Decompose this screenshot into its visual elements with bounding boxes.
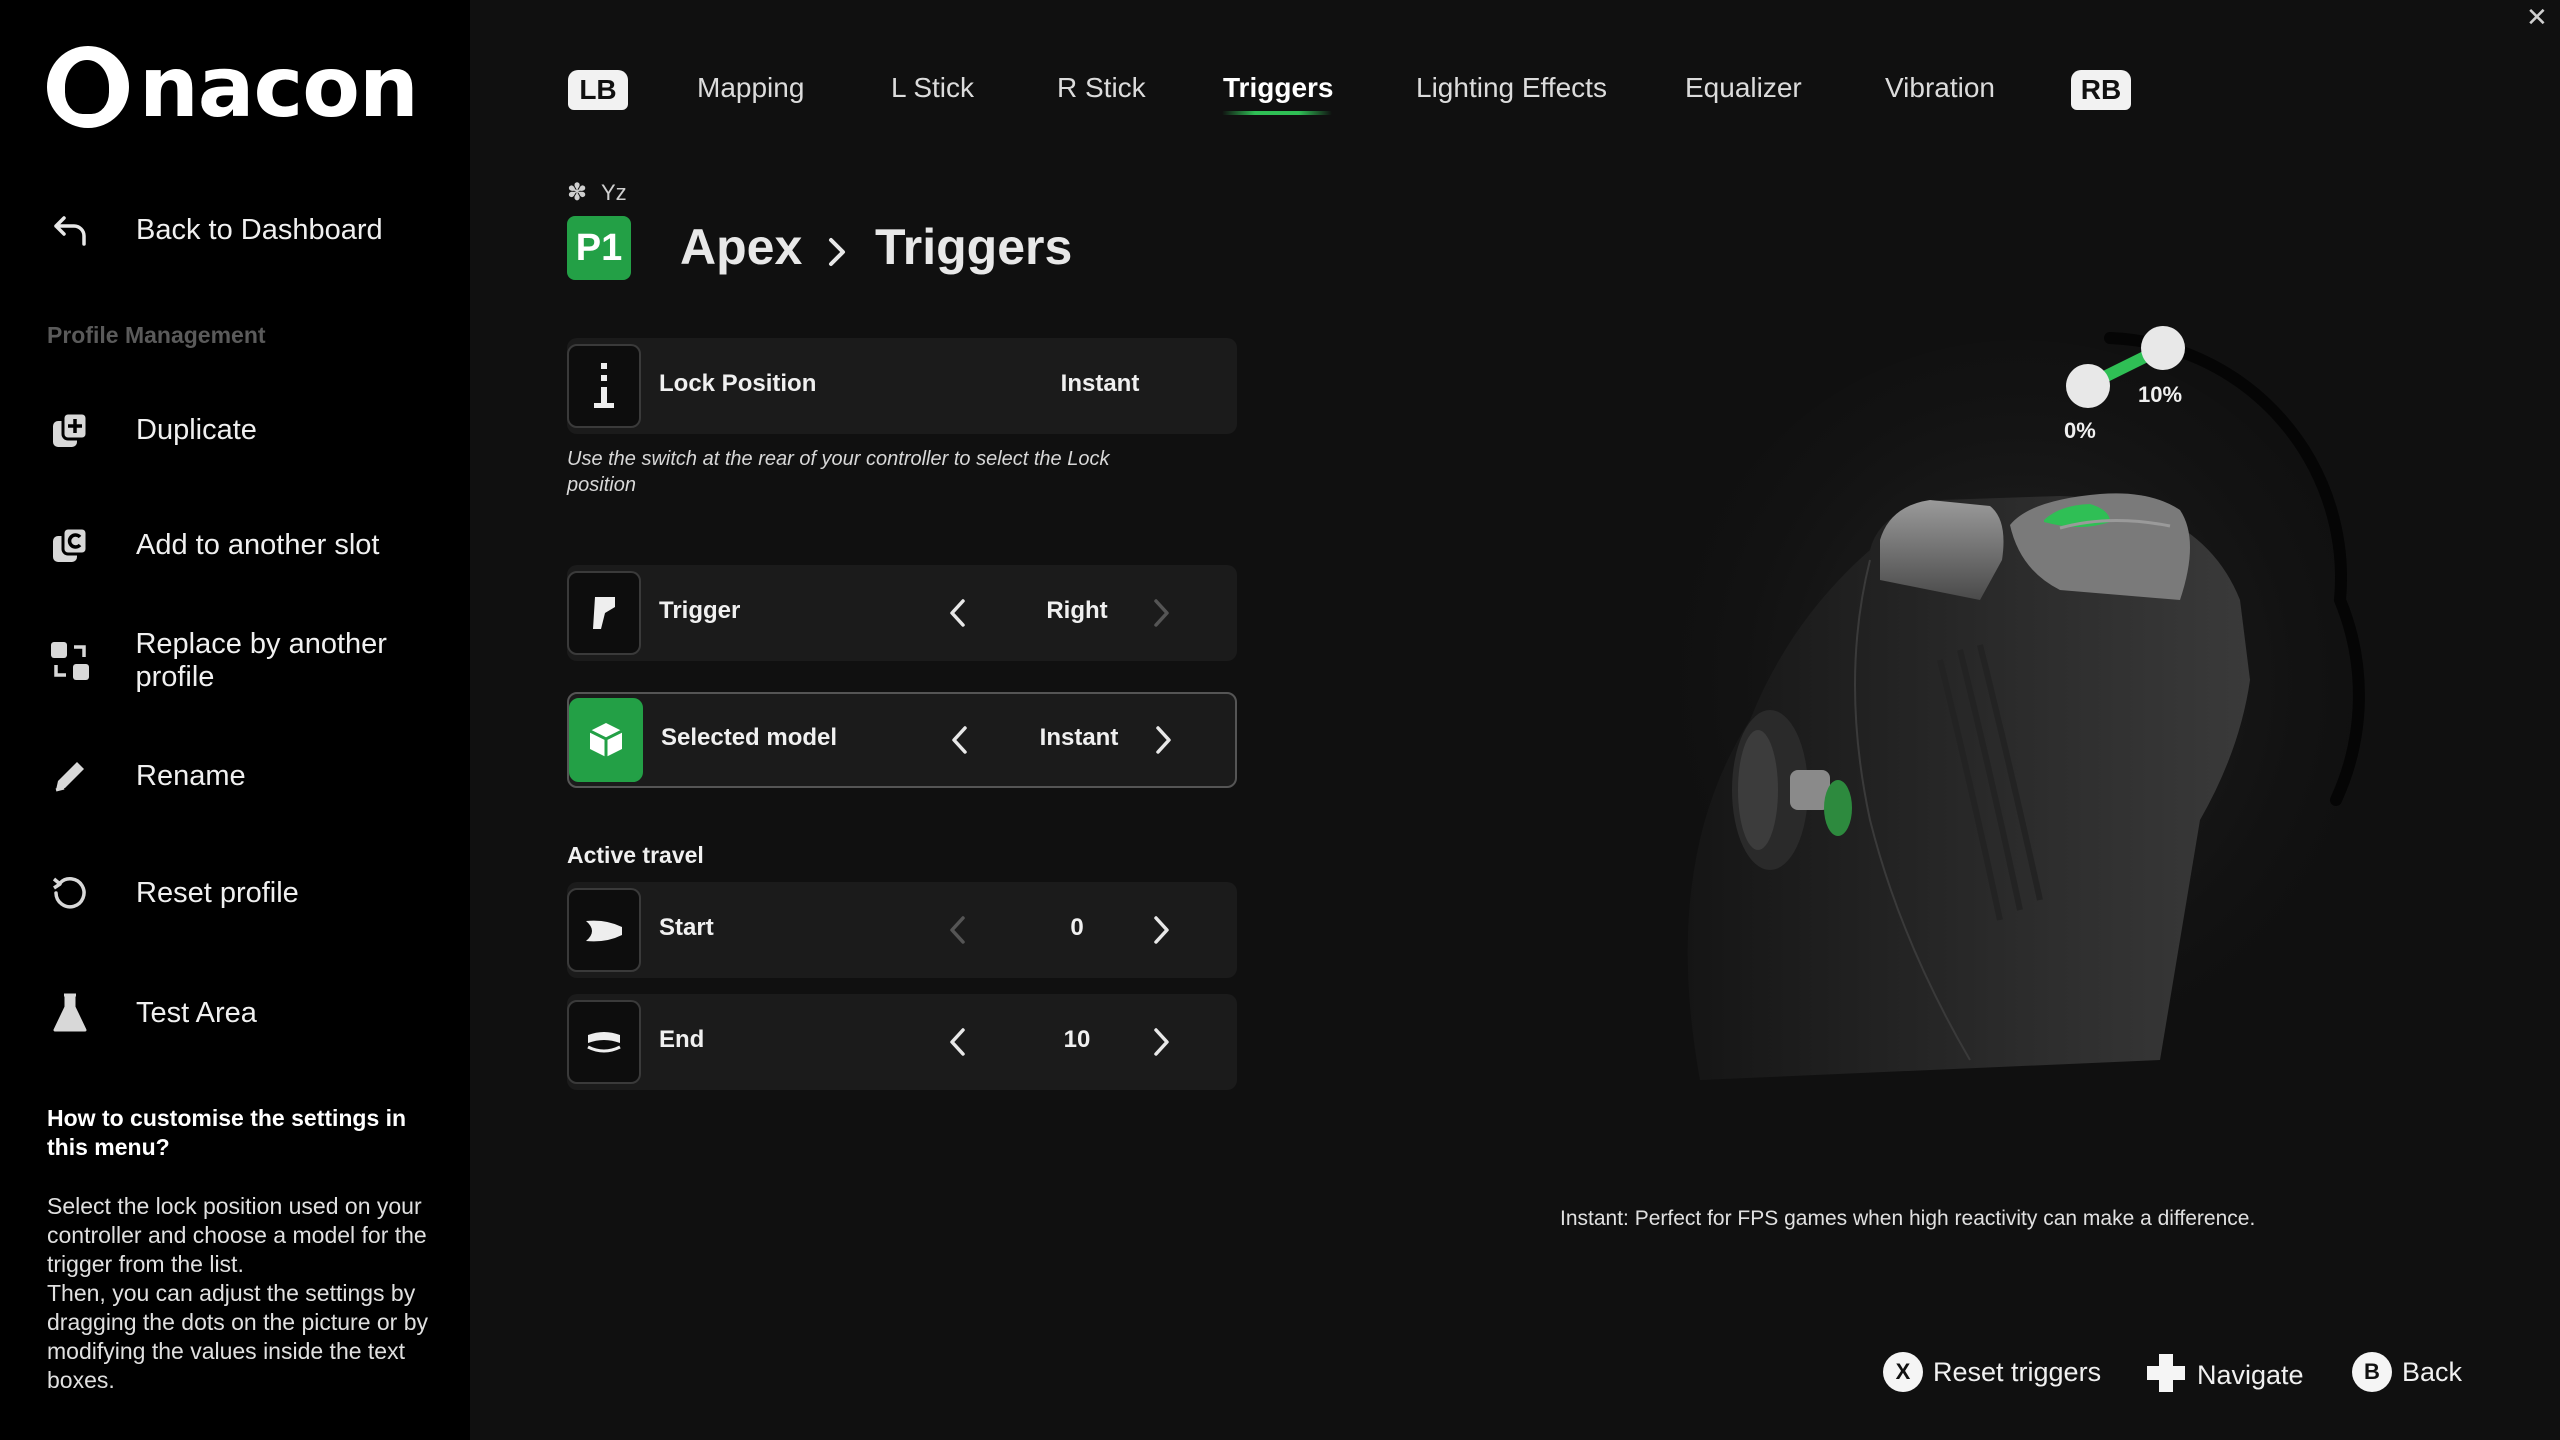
tab-triggers[interactable]: Triggers (1223, 72, 1333, 104)
b-button-icon: B (2352, 1352, 2392, 1392)
profile-slot-badge: P1 (567, 216, 631, 280)
rename-button[interactable]: Rename (47, 746, 246, 806)
sidebar-item-label: Rename (136, 759, 246, 792)
tab-l-stick[interactable]: L Stick (891, 72, 974, 104)
duplicate-icon (47, 407, 93, 453)
tab-vibration[interactable]: Vibration (1885, 72, 1995, 104)
trigger-label: Trigger (659, 597, 741, 624)
nacon-logo-icon (47, 46, 129, 128)
navigate-hint: Navigate (2145, 1352, 2304, 1399)
test-area-button[interactable]: Test Area (47, 983, 257, 1043)
model-description: Instant: Perfect for FPS games when high… (1560, 1207, 2256, 1230)
model-next-icon[interactable] (1145, 720, 1181, 760)
trigger-end-icon (567, 1000, 641, 1084)
cube-icon (569, 698, 643, 782)
start-handle[interactable] (2066, 364, 2110, 408)
lock-position-row: Lock Position Instant (567, 338, 1237, 434)
start-row[interactable]: Start 0 (567, 882, 1237, 978)
start-increase-icon[interactable] (1143, 910, 1179, 950)
end-percent-label: 10% (2138, 382, 2183, 407)
breadcrumb-profile[interactable]: Apex (680, 218, 802, 276)
rb-bumper-icon[interactable]: RB (2071, 70, 2131, 110)
controller-illustration (1660, 326, 2380, 1100)
logo-text: nacon (139, 38, 419, 136)
back-arrow-icon (47, 207, 93, 253)
selected-model-label: Selected model (661, 724, 838, 751)
navigate-label: Navigate (2197, 1360, 2304, 1390)
add-slot-icon (47, 522, 93, 568)
trigger-visual: 0% 10% (1640, 300, 2400, 1120)
sidebar: nacon Back to Dashboard Profile Manageme… (0, 0, 470, 1440)
lock-position-label: Lock Position (659, 370, 817, 397)
breadcrumb-chevron-icon (822, 226, 852, 284)
tab-equalizer[interactable]: Equalizer (1685, 72, 1802, 104)
reset-triggers-label: Reset triggers (1933, 1356, 2102, 1387)
back-label: Back (2402, 1356, 2463, 1387)
trigger-row[interactable]: Trigger Right (567, 565, 1237, 661)
reset-profile-button[interactable]: Reset profile (47, 863, 299, 923)
slot-pattern-icon: ✽ (567, 179, 588, 206)
tab-mapping[interactable]: Mapping (697, 72, 804, 104)
tab-lighting-effects[interactable]: Lighting Effects (1416, 72, 1607, 104)
nacon-logo: nacon (47, 38, 419, 136)
end-increase-icon[interactable] (1143, 1022, 1179, 1062)
help-title: How to customise the settings in this me… (47, 1105, 407, 1160)
trigger-prev-icon[interactable] (940, 593, 976, 633)
back-hint[interactable]: B Back (2352, 1352, 2462, 1392)
end-label: End (659, 1026, 705, 1053)
trigger-icon (567, 571, 641, 655)
reset-triggers-hint[interactable]: X Reset triggers (1883, 1352, 2101, 1392)
replace-profile-button[interactable]: Replace by another profile (47, 628, 470, 693)
lock-position-icon (567, 344, 641, 428)
slot-letters: Yz (601, 180, 627, 205)
close-icon[interactable]: ✕ (2526, 2, 2548, 33)
sidebar-item-label: Replace by another profile (135, 628, 387, 693)
selected-model-row[interactable]: Selected model Instant (567, 692, 1237, 788)
tab-r-stick[interactable]: R Stick (1057, 72, 1146, 104)
pencil-icon (47, 753, 93, 799)
add-to-another-slot-button[interactable]: Add to another slot (47, 515, 379, 575)
lock-position-value: Instant (1060, 370, 1140, 397)
breadcrumb-page: Triggers (875, 219, 1073, 275)
x-button-icon: X (1883, 1352, 1923, 1392)
replace-icon (47, 638, 92, 684)
sidebar-item-label: Add to another slot (136, 528, 380, 561)
trigger-start-icon (567, 888, 641, 972)
trigger-next-icon[interactable] (1143, 593, 1179, 633)
reset-icon (47, 870, 93, 916)
lock-position-note: Use the switch at the rear of your contr… (567, 448, 1110, 496)
start-label: Start (659, 914, 714, 941)
flask-icon (47, 990, 93, 1036)
model-prev-icon[interactable] (942, 720, 978, 760)
help-body: Select the lock position used on your co… (47, 1193, 429, 1393)
sidebar-item-label: Reset profile (136, 876, 299, 909)
profile-management-heading: Profile Management (47, 322, 266, 348)
end-handle[interactable] (2141, 326, 2185, 370)
back-to-dashboard-label: Back to Dashboard (136, 213, 383, 246)
start-decrease-icon[interactable] (940, 910, 976, 950)
end-decrease-icon[interactable] (940, 1022, 976, 1062)
back-to-dashboard-button[interactable]: Back to Dashboard (47, 200, 383, 260)
duplicate-button[interactable]: Duplicate (47, 400, 257, 460)
lb-bumper-icon[interactable]: LB (568, 70, 628, 110)
dpad-icon (2145, 1352, 2187, 1399)
start-percent-label: 0% (2064, 418, 2096, 443)
sidebar-item-label: Duplicate (136, 413, 257, 446)
sidebar-item-label: Test Area (136, 996, 257, 1029)
end-row[interactable]: End 10 (567, 994, 1237, 1090)
active-tab-indicator (1222, 111, 1332, 115)
active-travel-heading: Active travel (567, 842, 704, 868)
